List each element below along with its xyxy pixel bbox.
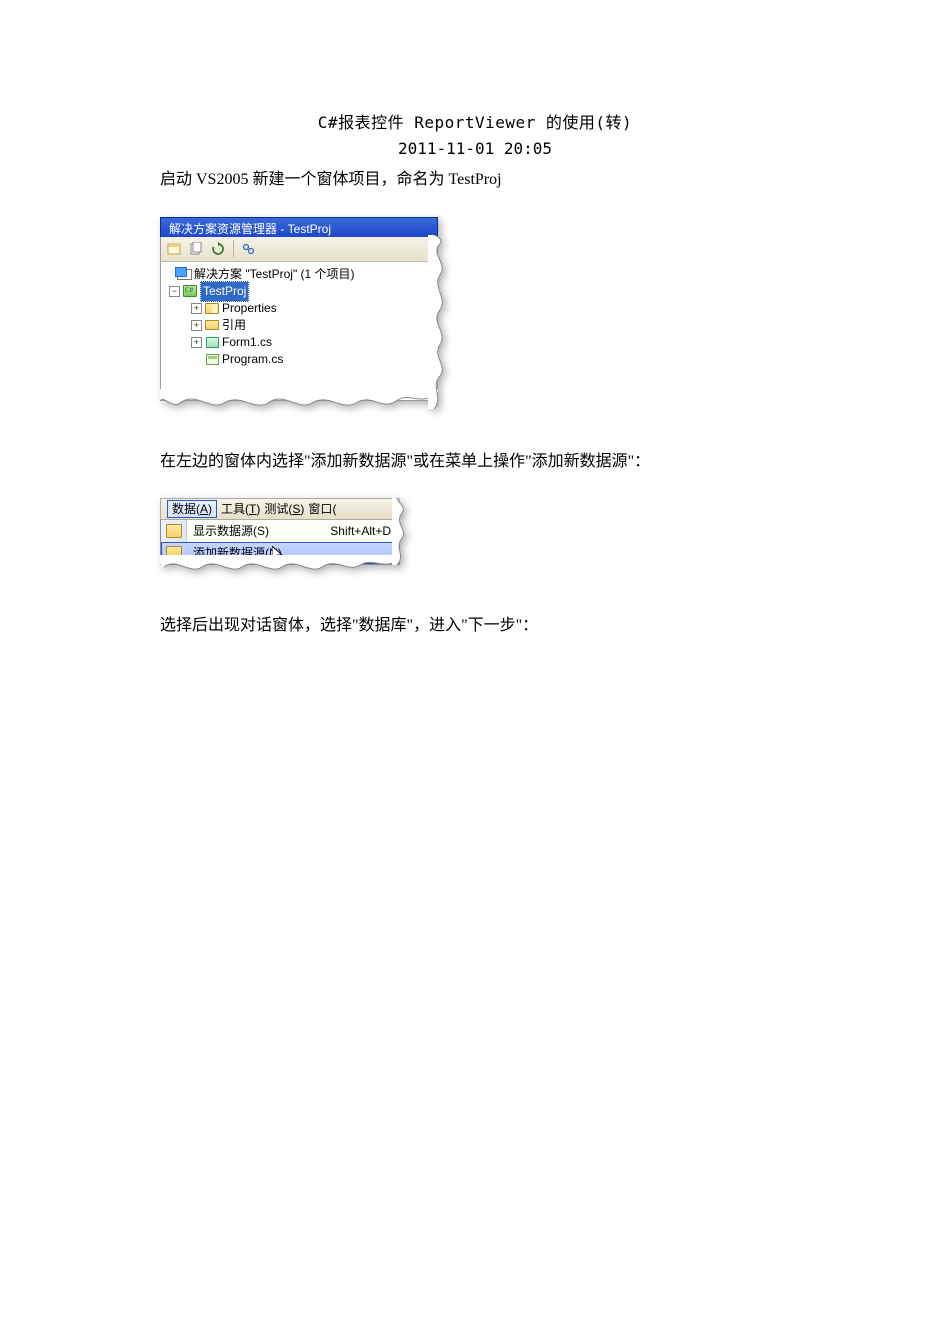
menu-tools-label: 工具 (221, 502, 245, 516)
properties-button-icon[interactable] (165, 240, 183, 258)
para-2: 在左边的窗体内选择"添加新数据源"或在菜单上操作"添加新数据源"： (160, 449, 790, 475)
project-icon (182, 284, 198, 298)
menu-data-mnemonic: A (200, 500, 208, 519)
expander-plus-icon[interactable]: + (191, 303, 202, 314)
menu-screenshot: 数据(A) 工具(T) 测试(S) 窗口( 显示数据源(S) Shift+Alt… (160, 498, 400, 565)
solution-icon (176, 267, 192, 281)
torn-edge-icon (392, 498, 408, 565)
view-class-diagram-icon[interactable] (240, 240, 258, 258)
menu-test[interactable]: 测试(S) (264, 500, 304, 519)
csharp-file-icon (204, 352, 220, 366)
form-file-icon (204, 335, 220, 349)
solution-explorer-panel: 解决方案资源管理器 - TestProj 解决方案 "TestProj" (1 … (160, 217, 438, 401)
doc-title: C#报表控件 ReportViewer 的使用(转) (160, 110, 790, 136)
para-1: 启动 VS2005 新建一个窗体项目，命名为 TestProj (160, 167, 790, 193)
menu-window-label: 窗口 (308, 502, 332, 516)
refresh-icon[interactable] (209, 240, 227, 258)
torn-edge-icon (428, 235, 446, 409)
menu-test-mnemonic: S (292, 502, 300, 516)
toolbar-separator (233, 240, 234, 258)
solution-tree: 解决方案 "TestProj" (1 个项目) − TestProj + Pro… (160, 261, 438, 401)
expander-plus-icon[interactable]: + (191, 337, 202, 348)
properties-folder-icon (204, 301, 220, 315)
solution-explorer-title: 解决方案资源管理器 - TestProj (160, 217, 438, 237)
project-node[interactable]: − TestProj (163, 283, 435, 300)
menu-data[interactable]: 数据(A) (167, 500, 217, 518)
menu-data-label: 数据 (172, 500, 196, 519)
program-node[interactable]: Program.cs (163, 351, 435, 368)
menu-test-label: 测试 (264, 502, 288, 516)
menu-window[interactable]: 窗口( (308, 500, 336, 519)
menu-tools-mnemonic: T (249, 502, 256, 516)
datasource-window-icon (166, 524, 182, 538)
properties-node[interactable]: + Properties (163, 300, 435, 317)
form1-node[interactable]: + Form1.cs (163, 334, 435, 351)
menu-shortcut: Shift+Alt+D (330, 522, 399, 541)
torn-edge-icon (160, 555, 400, 575)
torn-edge-icon (160, 389, 438, 411)
references-folder-icon (204, 318, 220, 332)
solution-explorer-toolbar (160, 237, 438, 261)
menu-bar: 数据(A) 工具(T) 测试(S) 窗口( (160, 498, 400, 520)
doc-date: 2011-11-01 20:05 (160, 136, 790, 162)
menu-show-ds-label: 显示数据源(S) (193, 522, 324, 541)
show-all-files-icon[interactable] (187, 240, 205, 258)
menu-gutter (161, 520, 187, 542)
menu-tools[interactable]: 工具(T) (221, 500, 260, 519)
references-node[interactable]: + 引用 (163, 317, 435, 334)
program-label: Program.cs (222, 350, 283, 369)
menu-show-datasources[interactable]: 显示数据源(S) Shift+Alt+D (161, 520, 399, 542)
para-3: 选择后出现对话窗体，选择"数据库"，进入"下一步"： (160, 613, 790, 639)
expander-minus-icon[interactable]: − (169, 286, 180, 297)
expander-plus-icon[interactable]: + (191, 320, 202, 331)
